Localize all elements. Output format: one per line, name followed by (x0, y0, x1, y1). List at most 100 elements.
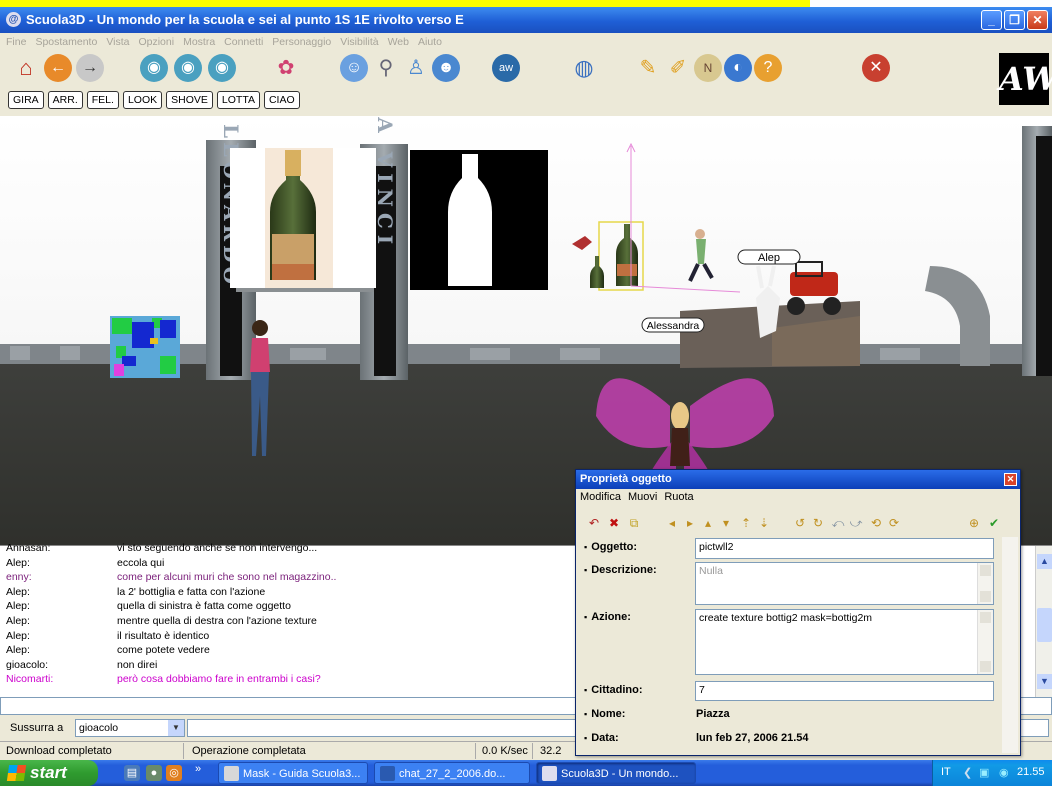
dialog-title[interactable]: Proprietà oggetto (576, 470, 1020, 489)
snap-icon[interactable]: ⊕ (966, 514, 982, 532)
contacts-icon[interactable]: ☻ (432, 54, 460, 82)
label-descrizione: Descrizione: (584, 564, 656, 576)
quicklaunch-desktop-icon[interactable]: ▤ (124, 765, 140, 781)
move-left-icon[interactable]: ◂ (664, 514, 680, 532)
chat-scrollbar[interactable]: ▲ ▼ (1035, 546, 1052, 698)
arr-button[interactable]: ARR. (47, 91, 83, 109)
word-doc-icon (380, 766, 395, 781)
language-indicator[interactable]: IT (941, 766, 951, 778)
lotta-button[interactable]: LOTTA (216, 91, 260, 109)
apply-icon[interactable]: ✔ (986, 514, 1002, 532)
windows-logo-icon (6, 765, 27, 781)
menubar: Fine Spostamento Vista Opzioni Mostra Co… (0, 33, 1052, 51)
scroll-down-icon[interactable]: ▼ (1037, 674, 1052, 689)
avatar-icon[interactable]: ✿ (272, 54, 300, 82)
object-properties-dialog: Proprietà oggetto ✕ Modifica Muovi Ruota… (575, 469, 1021, 756)
menu-aiuto[interactable]: Aiuto (418, 33, 442, 51)
look-button[interactable]: LOOK (122, 91, 163, 109)
dialog-close-button[interactable]: ✕ (1004, 473, 1017, 486)
chat-line: enny: come per alcuni muri che sono nel m… (6, 571, 337, 584)
back-icon[interactable]: ← (44, 54, 72, 82)
tilt-right-icon[interactable]: ⤻ (848, 514, 864, 532)
shove-button[interactable]: SHOVE (166, 91, 213, 109)
duplicate-icon[interactable]: ⧉ (626, 514, 642, 532)
forward-icon[interactable]: → (76, 54, 104, 82)
dialog-menu-muovi[interactable]: Muovi (628, 491, 657, 503)
menu-visibilita[interactable]: Visibilità (340, 33, 378, 51)
edit-icon[interactable]: ✐ (664, 54, 692, 82)
delete-icon[interactable]: ✖ (606, 514, 622, 532)
name-tag-alep: Alep (758, 252, 780, 264)
menu-spostamento[interactable]: Spostamento (35, 33, 97, 51)
taskbar: start ▤ ● ◎ » Mask - Guida Scuola3... ch… (0, 760, 1052, 786)
status-fps: 32.2 (540, 745, 562, 757)
help-globe-icon[interactable]: ◐ (724, 54, 752, 82)
undo-icon[interactable]: ↶ (586, 514, 602, 532)
tray-expand-icon[interactable]: ❮ (963, 766, 972, 779)
window-titlebar[interactable]: @ Scuola3D - Un mondo per la scuola e se… (0, 7, 1052, 33)
app-icon: @ (6, 12, 21, 27)
globe-icon[interactable]: ◍ (570, 54, 598, 82)
home-icon[interactable]: ⌂ (12, 54, 40, 82)
look-down-icon[interactable]: ◉ (208, 54, 236, 82)
status-operation: Operazione completata (192, 745, 306, 757)
quicklaunch-browser-icon[interactable]: ◎ (166, 765, 182, 781)
exit-icon[interactable]: ✕ (862, 54, 890, 82)
azione-input[interactable]: create texture bottig2 mask=bottig2m (695, 609, 994, 675)
menu-personaggio[interactable]: Personaggio (272, 33, 331, 51)
menu-mostra[interactable]: Mostra (183, 33, 215, 51)
status-download: Download completato (6, 745, 112, 757)
menu-vista[interactable]: Vista (106, 33, 129, 51)
scroll-up-icon[interactable]: ▲ (1037, 554, 1052, 569)
restore-button[interactable]: ❐ (1004, 10, 1025, 30)
notes-icon[interactable]: N (694, 54, 722, 82)
roll-left-icon[interactable]: ⟲ (868, 514, 884, 532)
toolbar: ⌂ ← → ◉ ◉ ◉ ✿ ☺ ⚲ ♙ ☻ aw ◍ ✎ ✐ N ◐ ? ✕ A… (0, 51, 1052, 116)
descrizione-input[interactable]: Nulla (695, 562, 994, 605)
look-up-icon[interactable]: ◉ (174, 54, 202, 82)
oggetto-input[interactable]: pictwll2 (695, 538, 994, 559)
taskbar-item-mask-guide[interactable]: Mask - Guida Scuola3... (218, 762, 368, 784)
whisper-target-select[interactable]: gioacolo ▼ (75, 719, 185, 737)
close-button[interactable]: ✕ (1027, 10, 1048, 30)
gira-button[interactable]: GIRA (8, 91, 44, 109)
rotate-right-icon[interactable]: ↻ (810, 514, 826, 532)
chevron-down-icon[interactable]: ▼ (168, 720, 184, 736)
taskbar-item-scuola3d[interactable]: Scuola3D - Un mondo... (536, 762, 696, 784)
menu-connetti[interactable]: Connetti (224, 33, 263, 51)
aw-world-icon[interactable]: aw (492, 54, 520, 82)
menu-fine[interactable]: Fine (6, 33, 26, 51)
menu-web[interactable]: Web (388, 33, 409, 51)
dialog-scrollbar[interactable] (1002, 537, 1018, 753)
build-icon[interactable]: ✎ (634, 54, 662, 82)
quicklaunch-more-icon[interactable]: » (195, 763, 201, 775)
rotate-left-icon[interactable]: ↺ (792, 514, 808, 532)
fel-button[interactable]: FEL. (86, 91, 119, 109)
move-down-icon[interactable]: ⇣ (756, 514, 772, 532)
menu-opzioni[interactable]: Opzioni (138, 33, 174, 51)
minimize-button[interactable]: _ (981, 10, 1002, 30)
app-icon (542, 766, 557, 781)
ciao-button[interactable]: CIAO (263, 91, 300, 109)
dialog-menu-ruota[interactable]: Ruota (664, 491, 693, 503)
tilt-left-icon[interactable]: ⤺ (830, 514, 846, 532)
move-back-icon[interactable]: ▾ (718, 514, 734, 532)
eye-icon[interactable]: ◉ (140, 54, 168, 82)
dialog-menu-modifica[interactable]: Modifica (580, 491, 621, 503)
move-right-icon[interactable]: ▸ (682, 514, 698, 532)
users-icon[interactable]: ☺ (340, 54, 368, 82)
move-up-icon[interactable]: ⇡ (738, 514, 754, 532)
name-tag-alessandra: Alessandra (647, 320, 700, 332)
roll-right-icon[interactable]: ⟳ (886, 514, 902, 532)
quicklaunch-media-icon[interactable]: ● (146, 765, 162, 781)
taskbar-item-chat-doc[interactable]: chat_27_2_2006.do... (374, 762, 530, 784)
start-button[interactable]: start (0, 760, 98, 786)
cittadino-input[interactable]: 7 (695, 681, 994, 701)
window-title: Scuola3D - Un mondo per la scuola e sei … (26, 11, 796, 28)
system-tray: IT ❮ ▣ ◉ 21.55 (932, 760, 1052, 786)
move-forward-icon[interactable]: ▴ (700, 514, 716, 532)
telegram-icon[interactable]: ⚲ (372, 54, 400, 82)
person-icon[interactable]: ♙ (402, 54, 430, 82)
question-icon[interactable]: ? (754, 54, 782, 82)
scroll-thumb[interactable] (1037, 608, 1052, 642)
